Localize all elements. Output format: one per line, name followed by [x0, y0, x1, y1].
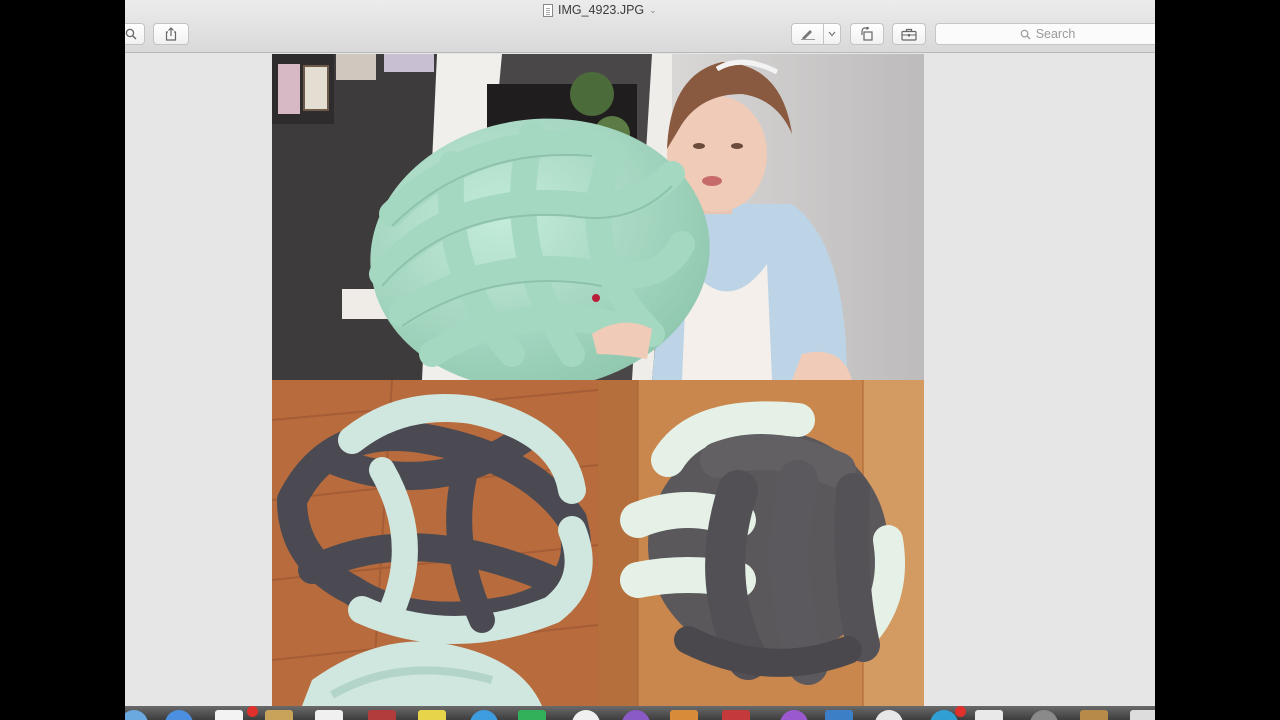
- search-icon: [1020, 29, 1031, 40]
- title-chevron-icon: ⌄: [649, 4, 657, 15]
- skype-icon[interactable]: [930, 710, 958, 720]
- search-field[interactable]: Search: [935, 23, 1155, 45]
- safari-icon[interactable]: [125, 710, 148, 720]
- facetime-icon[interactable]: [418, 710, 446, 720]
- share-icon: [165, 27, 177, 41]
- document-stack-icon[interactable]: [1130, 710, 1155, 720]
- image-viewer[interactable]: [125, 54, 1155, 706]
- document-icon: [543, 3, 553, 17]
- notes-icon[interactable]: [265, 710, 293, 720]
- window-title[interactable]: IMG_4923.JPG ⌄: [543, 2, 657, 18]
- image-panel-bottom-right: [598, 380, 924, 706]
- rotate-button[interactable]: [850, 23, 884, 45]
- downloads-icon[interactable]: [1030, 710, 1058, 720]
- image-panel-bottom-left: [272, 380, 598, 706]
- finder-icon[interactable]: [518, 710, 546, 720]
- magnifier-icon: [125, 28, 137, 40]
- toolbox-button[interactable]: [892, 23, 926, 45]
- pages-icon[interactable]: [670, 710, 698, 720]
- messages-icon[interactable]: [368, 710, 396, 720]
- notification-badge-skype: [955, 706, 966, 717]
- trash-icon[interactable]: [825, 710, 853, 720]
- chrome-icon[interactable]: [875, 710, 903, 720]
- itunes-icon[interactable]: [470, 710, 498, 720]
- notification-badge: [247, 706, 258, 717]
- mint-knot-photo: [272, 54, 924, 380]
- rotate-icon: [861, 27, 873, 41]
- app-store-icon[interactable]: [722, 710, 750, 720]
- screenshot-icon[interactable]: [975, 710, 1003, 720]
- ball-knot-photo: [598, 380, 924, 706]
- markup-pen[interactable]: [792, 28, 823, 40]
- preview-window: IMG_4923.JPG ⌄ Search: [125, 0, 1155, 720]
- celtic-knot-photo: [272, 380, 598, 706]
- window-title-text: IMG_4923.JPG: [558, 3, 645, 17]
- pen-icon: [800, 30, 815, 40]
- search-placeholder: Search: [1035, 27, 1076, 41]
- image-panel-top: [272, 54, 924, 380]
- photos-icon[interactable]: [315, 710, 343, 720]
- dock: [125, 706, 1155, 720]
- system-preferences-icon[interactable]: [780, 710, 808, 720]
- title-bar: IMG_4923.JPG ⌄ Search: [125, 0, 1155, 53]
- markup-menu-toggle[interactable]: [824, 31, 840, 37]
- preview-icon[interactable]: [572, 710, 600, 720]
- zoom-button[interactable]: [125, 23, 145, 45]
- displayed-image: [272, 54, 924, 706]
- toolbox-icon: [901, 28, 917, 41]
- calendar-icon[interactable]: [215, 710, 243, 720]
- keynote-icon[interactable]: [622, 710, 650, 720]
- markup-button[interactable]: [791, 23, 841, 45]
- folder-icon[interactable]: [1080, 710, 1108, 720]
- share-button[interactable]: [153, 23, 189, 45]
- chevron-down-icon: [828, 31, 836, 37]
- mail-icon[interactable]: [165, 710, 193, 720]
